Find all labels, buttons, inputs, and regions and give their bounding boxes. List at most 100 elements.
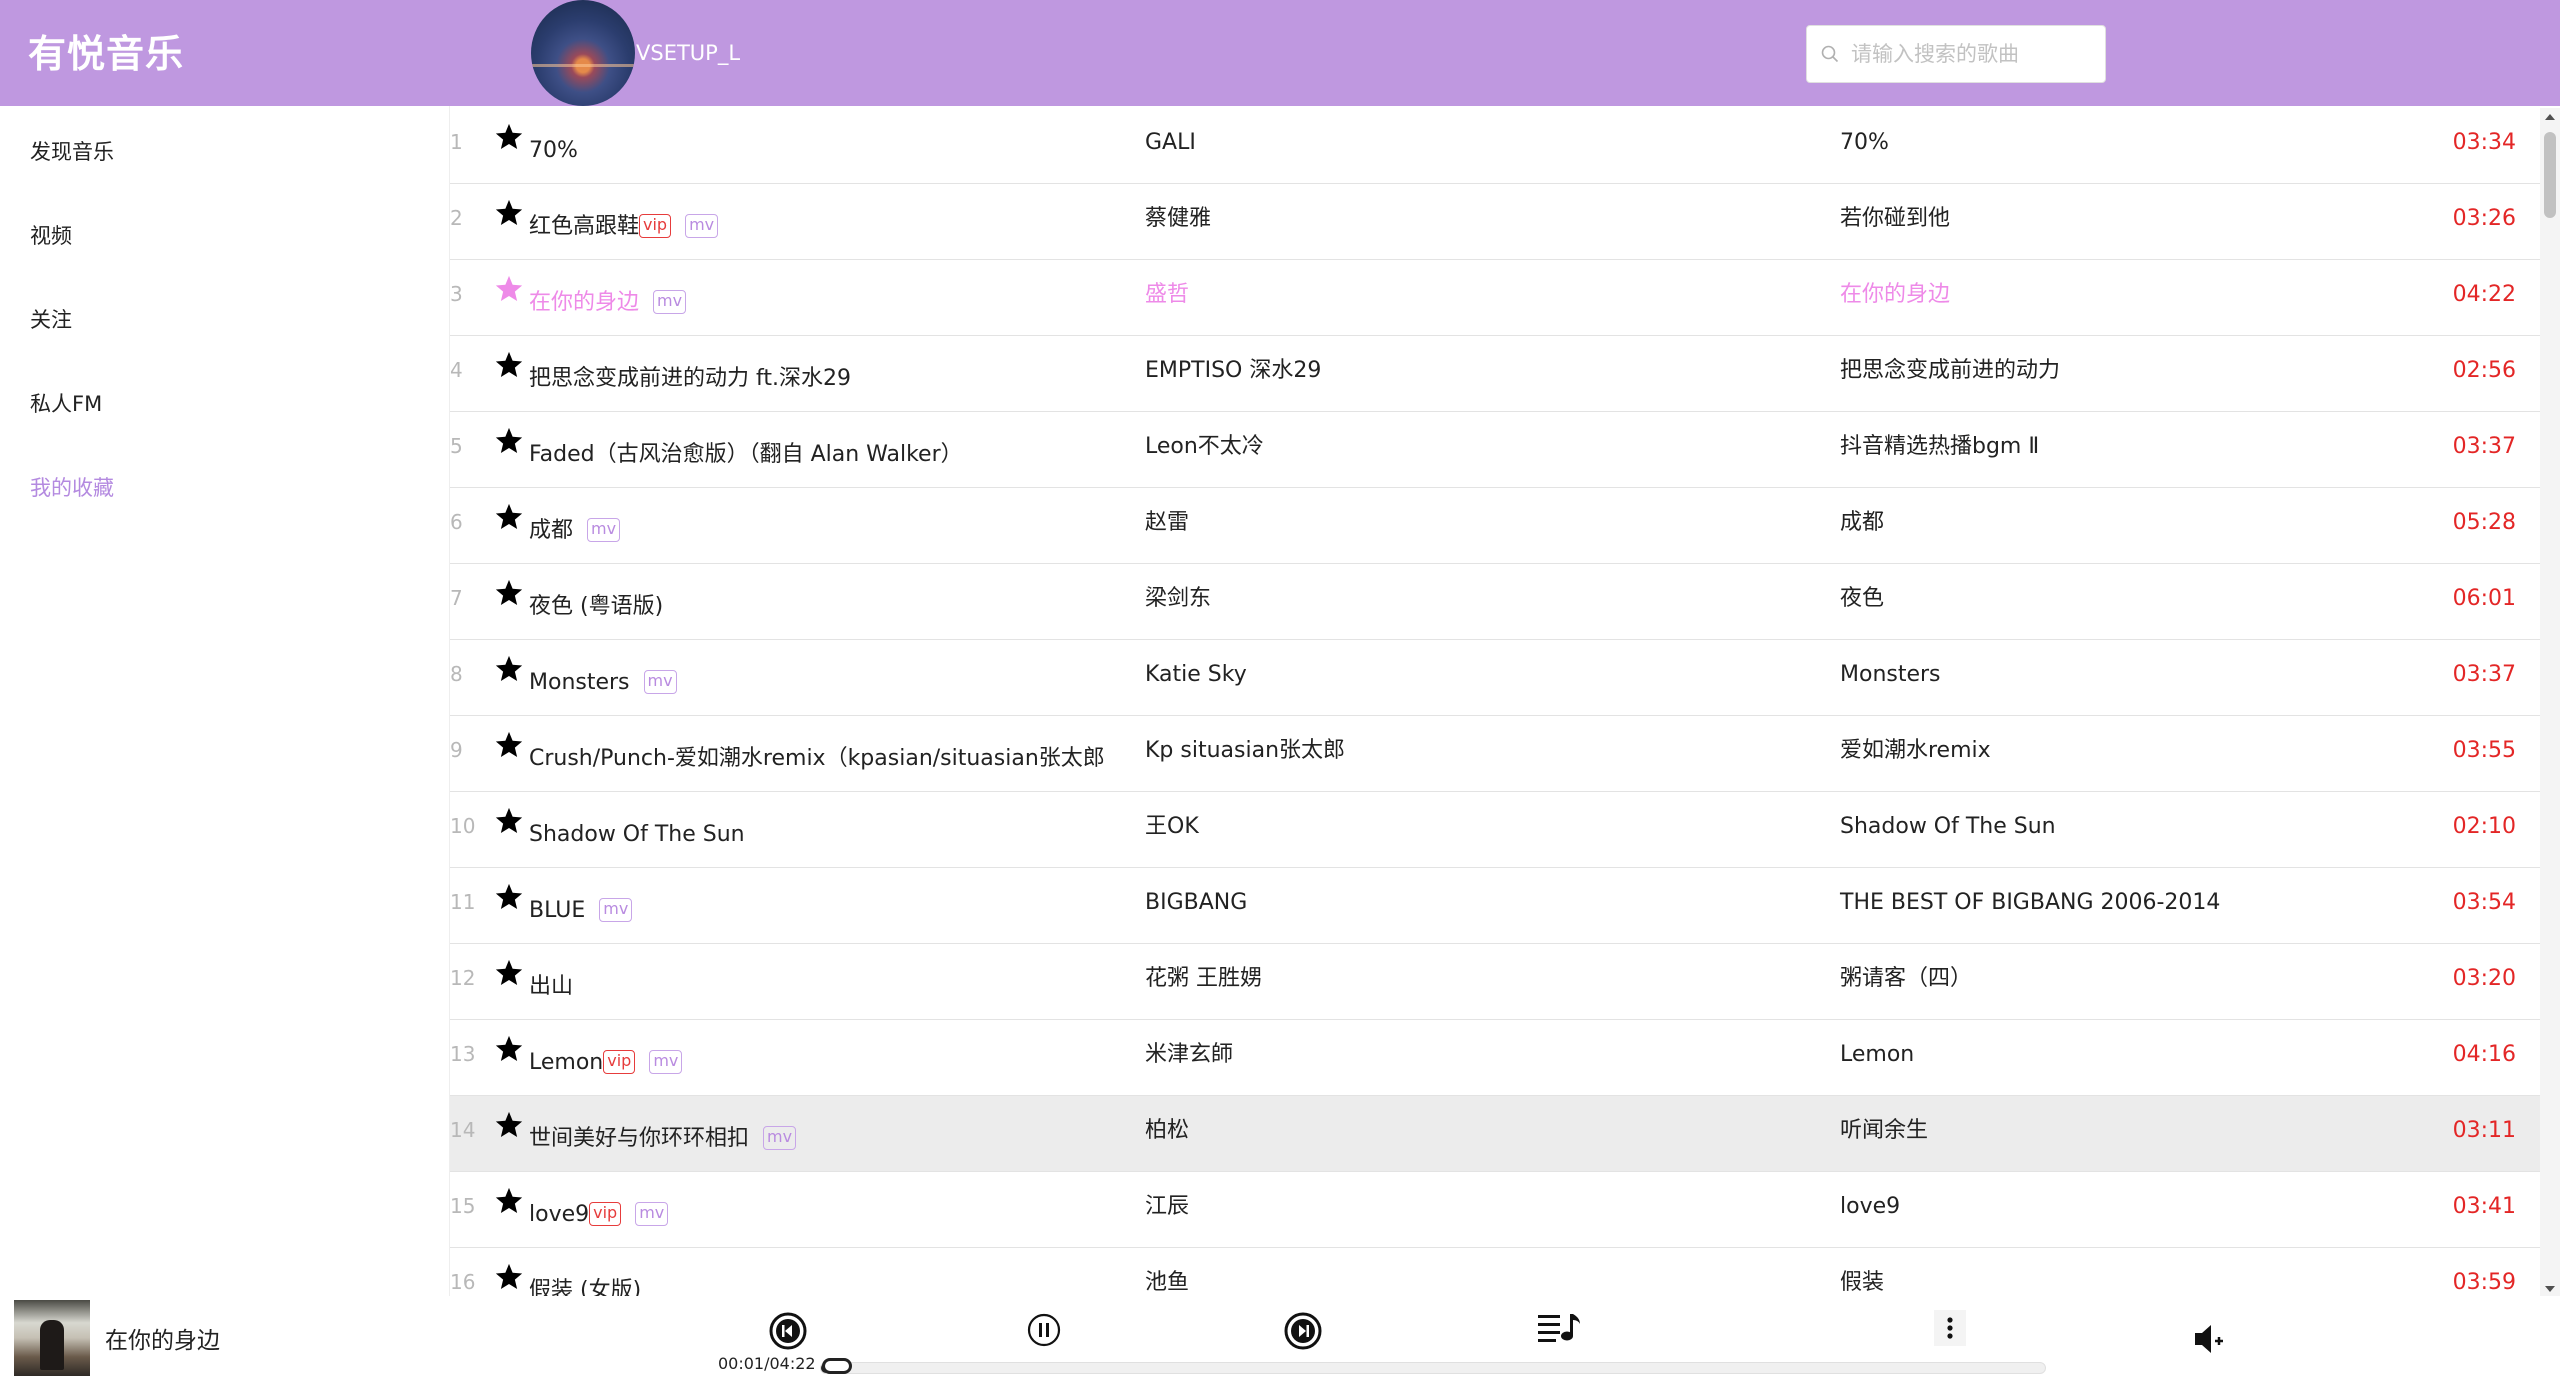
progress-bar[interactable] xyxy=(820,1362,2046,1374)
song-artist[interactable]: 王OK xyxy=(1145,812,1199,842)
song-row[interactable]: 6 成都 mv 赵雷 成都 05:28 xyxy=(450,488,2540,564)
song-row[interactable]: 7 夜色 (粤语版) 梁剑东 夜色 06:01 xyxy=(450,564,2540,640)
sidebar-item-personal-fm[interactable]: 私人FM xyxy=(30,384,102,424)
star-icon[interactable] xyxy=(494,198,524,228)
pause-icon[interactable] xyxy=(1026,1312,1062,1348)
mv-badge[interactable]: mv xyxy=(653,290,687,314)
song-album[interactable]: 假装 xyxy=(1840,1268,1884,1298)
song-duration: 03:55 xyxy=(2452,738,2516,763)
song-row[interactable]: 2 红色高跟鞋 vip mv 蔡健雅 若你碰到他 03:26 xyxy=(450,184,2540,260)
star-icon[interactable] xyxy=(494,1262,524,1292)
song-album[interactable]: THE BEST OF BIGBANG 2006-2014 xyxy=(1840,888,2220,918)
search-box[interactable] xyxy=(1806,25,2106,83)
song-artist[interactable]: 池鱼 xyxy=(1145,1268,1189,1298)
star-icon[interactable] xyxy=(494,350,524,380)
sidebar-item-video[interactable]: 视频 xyxy=(30,216,72,256)
scroll-up-arrow[interactable] xyxy=(2545,114,2555,120)
star-icon[interactable] xyxy=(494,958,524,988)
sidebar-item-follow[interactable]: 关注 xyxy=(30,300,72,340)
scrollbar[interactable] xyxy=(2540,108,2560,1298)
song-album[interactable]: 爱如潮水remix xyxy=(1840,736,1991,766)
search-input[interactable] xyxy=(1851,36,2091,72)
song-album[interactable]: 夜色 xyxy=(1840,584,1884,614)
song-duration: 04:22 xyxy=(2452,282,2516,307)
username[interactable]: VSETUP_L xyxy=(636,38,740,68)
song-album[interactable]: 听闻余生 xyxy=(1840,1116,1928,1146)
song-album[interactable]: 把思念变成前进的动力 xyxy=(1840,356,2060,386)
song-album[interactable]: Shadow Of The Sun xyxy=(1840,812,2056,842)
mv-badge[interactable]: mv xyxy=(685,214,719,238)
song-artist[interactable]: GALI xyxy=(1145,128,1196,158)
song-row[interactable]: 1 70% GALI 70% 03:34 xyxy=(450,108,2540,184)
top-header: 有悦音乐 VSETUP_L xyxy=(0,0,2560,106)
volume-icon[interactable] xyxy=(2192,1322,2226,1356)
scrollbar-thumb[interactable] xyxy=(2544,132,2556,218)
star-icon[interactable] xyxy=(494,882,524,912)
star-icon[interactable] xyxy=(494,122,524,152)
song-album[interactable]: 70% xyxy=(1840,128,1889,158)
star-icon[interactable] xyxy=(494,806,524,836)
sidebar-item-favorites[interactable]: 我的收藏 xyxy=(30,468,114,508)
song-artist[interactable]: 花粥 王胜娚 xyxy=(1145,964,1262,994)
next-icon[interactable] xyxy=(1284,1312,1322,1350)
song-row[interactable]: 15 love9 vip mv 江辰 love9 03:41 xyxy=(450,1172,2540,1248)
mv-badge[interactable]: mv xyxy=(599,898,633,922)
song-artist[interactable]: EMPTISO 深水29 xyxy=(1145,356,1321,386)
song-row[interactable]: 13 Lemon vip mv 米津玄師 Lemon 04:16 xyxy=(450,1020,2540,1096)
star-icon[interactable] xyxy=(494,1034,524,1064)
star-icon[interactable] xyxy=(494,1110,524,1140)
star-icon[interactable] xyxy=(494,274,524,304)
song-artist[interactable]: 盛哲 xyxy=(1145,280,1189,310)
song-artist[interactable]: Leon不太冷 xyxy=(1145,432,1264,462)
song-artist[interactable]: 赵雷 xyxy=(1145,508,1189,538)
song-row[interactable]: 5 Faded（古风治愈版）（翻自 Alan Walker） Leon不太冷 抖音精选… xyxy=(450,412,2540,488)
song-row[interactable]: 11 BLUE mv BIGBANG THE BEST OF BIGBANG 2006-… xyxy=(450,868,2540,944)
song-row[interactable]: 4 把思念变成前进的动力 ft.深水29 EMPTISO 深水29 把思念变成前进的动… xyxy=(450,336,2540,412)
more-icon[interactable] xyxy=(1934,1310,1966,1346)
song-row[interactable]: 16 假装 (女版) 池鱼 假装 03:59 xyxy=(450,1248,2540,1298)
mv-badge[interactable]: mv xyxy=(643,670,677,694)
star-icon[interactable] xyxy=(494,1186,524,1216)
user-avatar[interactable] xyxy=(531,0,635,106)
song-artist[interactable]: Katie Sky xyxy=(1145,660,1247,690)
song-row[interactable]: 10 Shadow Of The Sun 王OK Shadow Of The Sun 0… xyxy=(450,792,2540,868)
song-artist[interactable]: 梁剑东 xyxy=(1145,584,1211,614)
song-row[interactable]: 14 世间美好与你环环相扣 mv 柏松 听闻余生 03:11 xyxy=(450,1096,2540,1172)
song-title: 70% xyxy=(529,138,578,163)
mv-badge[interactable]: mv xyxy=(649,1050,683,1074)
song-duration: 03:41 xyxy=(2452,1194,2516,1219)
song-row[interactable]: 12 出山 花粥 王胜娚 粥请客（四） 03:20 xyxy=(450,944,2540,1020)
song-artist[interactable]: 柏松 xyxy=(1145,1116,1189,1146)
song-album[interactable]: 粥请客（四） xyxy=(1840,964,1972,994)
playlist-icon[interactable] xyxy=(1538,1312,1582,1346)
progress-knob[interactable] xyxy=(821,1358,852,1374)
song-artist[interactable]: BIGBANG xyxy=(1145,888,1247,918)
prev-icon[interactable] xyxy=(769,1312,807,1350)
star-icon[interactable] xyxy=(494,426,524,456)
song-artist[interactable]: 蔡健雅 xyxy=(1145,204,1211,234)
star-icon[interactable] xyxy=(494,502,524,532)
song-album[interactable]: Lemon xyxy=(1840,1040,1914,1070)
song-artist[interactable]: Kp situasian张太郎 xyxy=(1145,736,1345,766)
scroll-down-arrow[interactable] xyxy=(2545,1286,2555,1292)
star-icon[interactable] xyxy=(494,578,524,608)
star-icon[interactable] xyxy=(494,654,524,684)
song-row[interactable]: 9 Crush/Punch-爱如潮水remix（kpasian/situasian… xyxy=(450,716,2540,792)
mv-badge[interactable]: mv xyxy=(635,1202,669,1226)
song-album[interactable]: 抖音精选热播bgm Ⅱ xyxy=(1840,432,2039,462)
song-album[interactable]: love9 xyxy=(1840,1192,1900,1222)
song-album[interactable]: Monsters xyxy=(1840,660,1941,690)
app-logo[interactable]: 有悦音乐 xyxy=(28,28,184,80)
song-row[interactable]: 3 在你的身边 mv 盛哲 在你的身边 04:22 xyxy=(450,260,2540,336)
now-playing-cover[interactable] xyxy=(14,1300,90,1376)
mv-badge[interactable]: mv xyxy=(587,518,621,542)
sidebar-item-discover[interactable]: 发现音乐 xyxy=(30,132,114,172)
song-row[interactable]: 8 Monsters mv Katie Sky Monsters 03:37 xyxy=(450,640,2540,716)
song-album[interactable]: 若你碰到他 xyxy=(1840,204,1950,234)
song-artist[interactable]: 米津玄師 xyxy=(1145,1040,1233,1070)
star-icon[interactable] xyxy=(494,730,524,760)
song-album[interactable]: 成都 xyxy=(1840,508,1884,538)
mv-badge[interactable]: mv xyxy=(763,1126,797,1150)
song-album[interactable]: 在你的身边 xyxy=(1840,280,1950,310)
song-artist[interactable]: 江辰 xyxy=(1145,1192,1189,1222)
